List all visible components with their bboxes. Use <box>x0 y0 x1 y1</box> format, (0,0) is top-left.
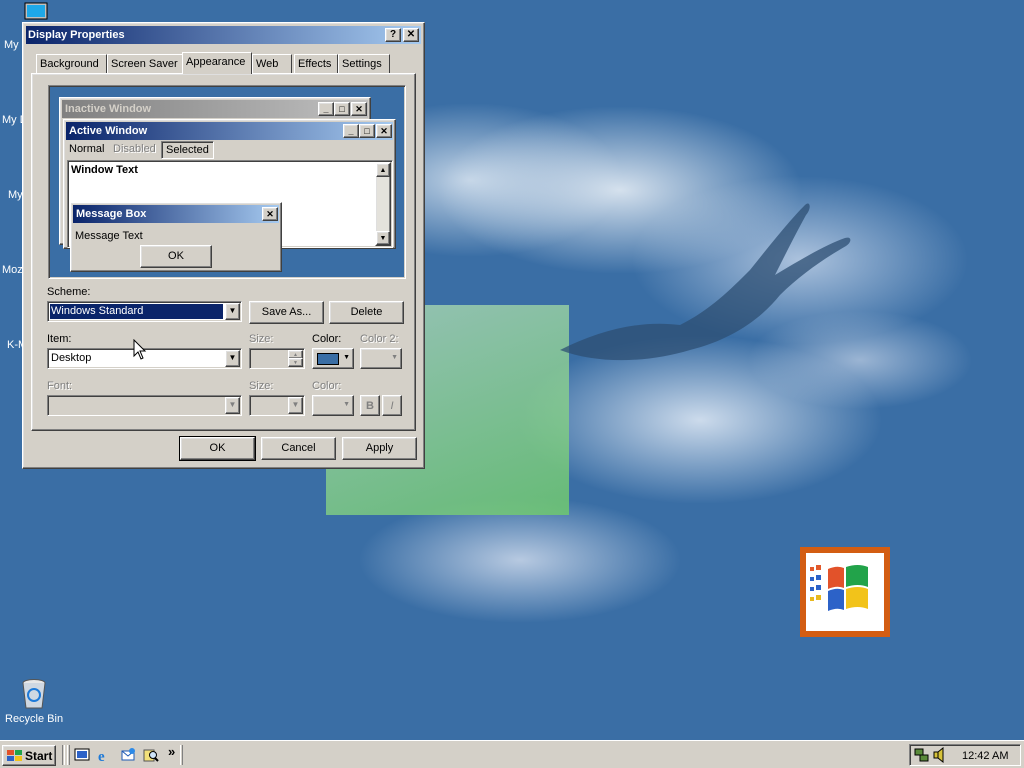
volume-icon[interactable] <box>932 747 948 763</box>
preview-maximize-icon: □ <box>359 124 375 138</box>
clock[interactable]: 12:42 AM <box>962 750 1008 762</box>
font-size-label: Size: <box>249 380 274 392</box>
my-computer-icon[interactable] <box>24 2 48 22</box>
close-button[interactable]: ✕ <box>403 28 419 42</box>
scheme-select[interactable]: Windows Standard ▼ <box>47 301 242 322</box>
search-icon[interactable] <box>143 747 159 763</box>
quick-launch-grip[interactable] <box>67 745 70 765</box>
preview-minimize-icon: _ <box>343 124 359 138</box>
chevron-down-icon[interactable]: ▼ <box>225 350 240 367</box>
mouse-cursor-icon <box>133 339 147 360</box>
preview-inactive-titlebar[interactable]: Inactive Window _ □ ✕ <box>62 100 368 118</box>
recycle-bin-icon[interactable] <box>20 678 48 710</box>
preview-menu-selected[interactable]: Selected <box>161 141 214 159</box>
scroll-up-arrow-icon[interactable]: ▲ <box>376 163 390 177</box>
font-select: ▼ <box>47 395 242 416</box>
system-tray: 12:42 AM <box>909 744 1021 766</box>
preview-message-box-titlebar[interactable]: Message Box ✕ <box>73 205 279 223</box>
desktop-icon-label-recycle-bin[interactable]: Recycle Bin <box>5 713 63 725</box>
taskbar: Start e » 12:42 AM <box>0 740 1024 768</box>
preview-window-text: Window Text <box>71 164 138 176</box>
preview-ok-button[interactable]: OK <box>140 245 212 268</box>
italic-button: I <box>382 395 402 416</box>
desktop-icon-label-my-network[interactable]: My <box>8 189 23 201</box>
item-size-spinner: ▲ ▼ <box>249 348 305 369</box>
preview-menu-normal[interactable]: Normal <box>69 143 104 155</box>
appearance-tab-panel: Inactive Window _ □ ✕ Active Window _ □ … <box>31 73 416 431</box>
spin-down-icon: ▼ <box>288 358 303 367</box>
preview-inactive-title: Inactive Window <box>65 103 152 115</box>
item-value: Desktop <box>51 352 92 364</box>
font-size-select: ▼ <box>249 395 305 416</box>
tab-effects[interactable]: Effects <box>294 54 338 73</box>
preview-active-title: Active Window <box>69 125 148 137</box>
internet-explorer-icon[interactable]: e <box>97 747 113 763</box>
preview-message-box-title: Message Box <box>76 208 147 220</box>
font-label: Font: <box>47 380 73 392</box>
help-button[interactable]: ? <box>385 28 401 42</box>
start-button[interactable]: Start <box>2 745 56 766</box>
item-color2-button: ▼ <box>360 348 402 369</box>
apply-button[interactable]: Apply <box>342 437 417 460</box>
dialog-titlebar[interactable]: Display Properties ? ✕ <box>26 26 421 44</box>
dialog-title: Display Properties <box>28 29 125 41</box>
preview-message-text: Message Text <box>75 230 143 242</box>
color-swatch <box>317 353 339 365</box>
desktop-icon-label-my-computer[interactable]: My <box>4 39 19 51</box>
taskbar-grip[interactable] <box>180 745 183 765</box>
chevron-down-icon: ▼ <box>288 397 303 414</box>
bold-button: B <box>360 395 380 416</box>
windows-flag-icon <box>7 750 22 761</box>
chevron-down-icon: ▼ <box>343 401 350 408</box>
preview-active-titlebar[interactable]: Active Window _ □ ✕ <box>66 122 393 140</box>
preview-message-close-icon: ✕ <box>262 207 278 221</box>
preview-menu-disabled: Disabled <box>113 143 156 155</box>
chevron-down-icon: ▼ <box>391 354 398 361</box>
outlook-express-icon[interactable] <box>120 747 136 763</box>
tab-settings[interactable]: Settings <box>338 54 390 73</box>
tab-screen-saver[interactable]: Screen Saver <box>107 54 184 73</box>
cancel-button[interactable]: Cancel <box>261 437 336 460</box>
network-icon[interactable] <box>914 747 930 763</box>
display-properties-dialog: Display Properties ? ✕ Background Screen… <box>22 22 425 469</box>
preview-minimize-icon: _ <box>318 102 334 116</box>
chevron-down-icon[interactable]: ▼ <box>225 303 240 320</box>
preview-message-box[interactable]: Message Box ✕ Message Text OK <box>70 202 282 272</box>
chevron-down-icon: ▼ <box>225 397 240 414</box>
preview-close-icon: ✕ <box>351 102 367 116</box>
show-desktop-icon[interactable] <box>74 747 90 763</box>
preview-scrollbar[interactable]: ▲ ▼ <box>375 162 391 246</box>
font-color-label: Color: <box>312 380 342 392</box>
quick-launch-more-chevron[interactable]: » <box>168 744 175 759</box>
preview-close-icon: ✕ <box>376 124 392 138</box>
appearance-preview[interactable]: Inactive Window _ □ ✕ Active Window _ □ … <box>48 85 406 279</box>
svg-text:e: e <box>98 749 105 763</box>
windows-logo-image <box>800 547 890 637</box>
start-label: Start <box>25 749 53 763</box>
item-label: Item: <box>47 333 72 345</box>
item-color2-label: Color 2: <box>360 333 399 345</box>
tab-appearance[interactable]: Appearance <box>182 52 252 74</box>
item-color-label: Color: <box>312 333 342 345</box>
tab-background[interactable]: Background <box>36 54 107 73</box>
desktop-icon-label-mozilla[interactable]: Moz <box>2 264 23 276</box>
preview-maximize-icon: □ <box>334 102 350 116</box>
save-as-button[interactable]: Save As... <box>249 301 324 324</box>
font-color-button: ▼ <box>312 395 354 416</box>
scheme-label: Scheme: <box>47 286 91 298</box>
wallpaper-diver-silhouette <box>560 203 851 361</box>
taskbar-separator <box>62 745 65 765</box>
chevron-down-icon: ▼ <box>343 354 350 361</box>
ok-button[interactable]: OK <box>179 436 256 461</box>
preview-menu-bar: Normal Disabled Selected <box>67 141 387 159</box>
delete-button[interactable]: Delete <box>329 301 404 324</box>
item-color-button[interactable]: ▼ <box>312 348 354 369</box>
scheme-value: Windows Standard <box>51 305 144 317</box>
item-size-label: Size: <box>249 333 274 345</box>
windows-flag-icon <box>810 565 868 611</box>
scroll-down-arrow-icon[interactable]: ▼ <box>376 231 390 245</box>
tab-web[interactable]: Web <box>252 54 292 73</box>
